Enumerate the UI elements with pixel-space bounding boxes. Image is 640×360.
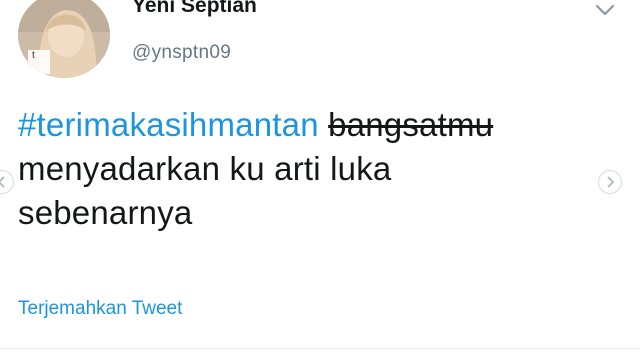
user-handle[interactable]: @ynsptn09: [132, 42, 231, 64]
chevron-left-icon[interactable]: [0, 170, 14, 194]
tweet-line-3: sebenarnya: [18, 194, 193, 231]
struck-word: bangsatmu: [328, 106, 494, 143]
divider: [0, 348, 640, 349]
avatar-caption: t: [32, 50, 35, 61]
translate-tweet-link[interactable]: Terjemahkan Tweet: [18, 298, 182, 320]
chevron-right-icon[interactable]: [598, 170, 622, 194]
tweet-line-2: menyadarkan ku arti luka: [18, 150, 392, 187]
hashtag-link[interactable]: #terimakasihmantan: [18, 106, 319, 143]
avatar[interactable]: t: [18, 0, 110, 78]
display-name[interactable]: Yeni Septian: [132, 0, 257, 18]
tweet-card: t Yeni Septian @ynsptn09 #terimakasihman…: [0, 0, 640, 360]
chevron-down-icon[interactable]: [594, 2, 616, 18]
tweet-text: #terimakasihmantan bangsatmu menyadarkan…: [18, 103, 608, 235]
avatar-photo: t: [18, 0, 110, 78]
